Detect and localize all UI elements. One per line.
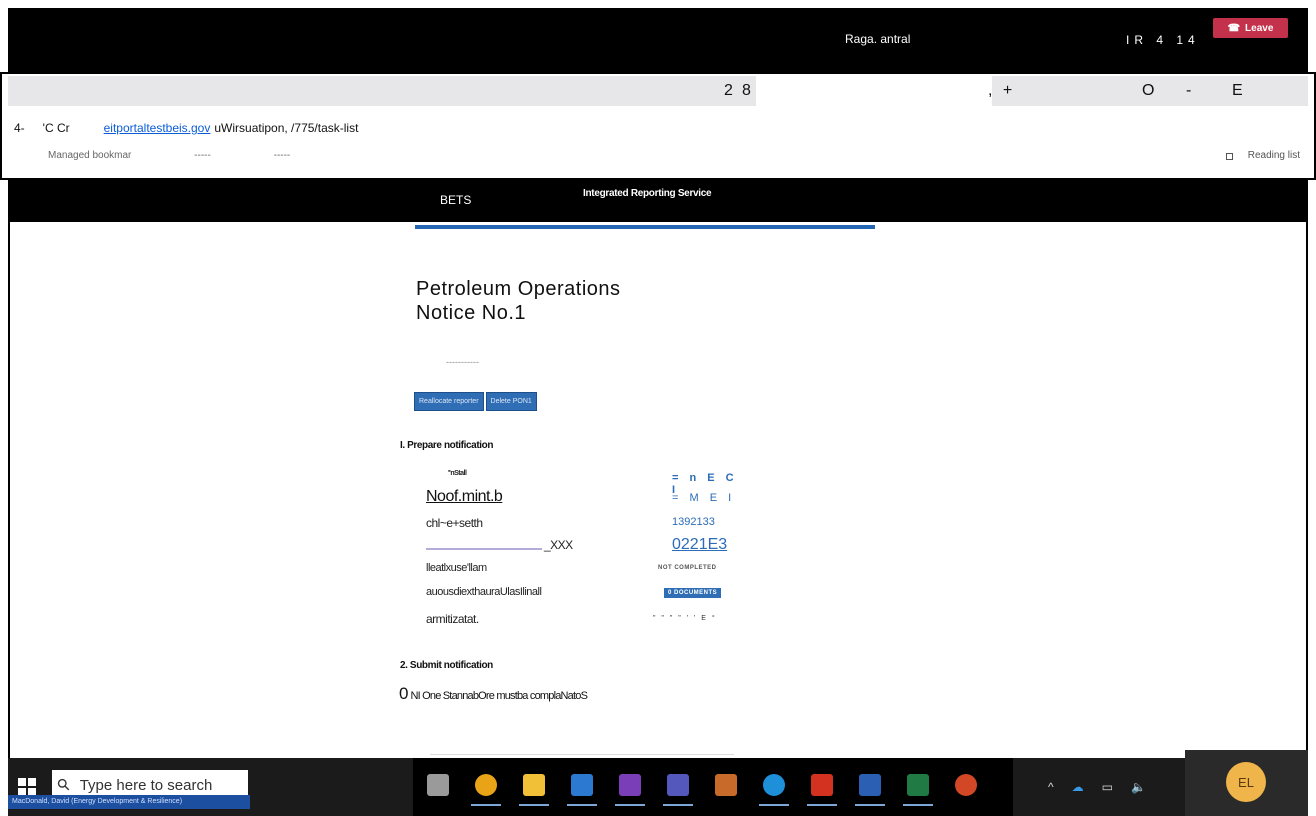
page-title: Petroleum Operations Notice No.1: [416, 277, 621, 325]
task-row: ''nStall = n E C I: [426, 468, 746, 496]
task-row: auousdiexthauraUlasIlinall 0 DOCUMENTS: [426, 586, 746, 606]
chevron-up-icon[interactable]: ^: [1048, 780, 1054, 794]
search-icon: ⚲: [54, 775, 75, 796]
reading-list-icon: [1225, 153, 1233, 160]
task-view-icon[interactable]: [427, 774, 449, 796]
onedrive-icon[interactable]: ☁: [1072, 780, 1084, 794]
task-value-link[interactable]: 0221E3: [672, 536, 727, 554]
tab-glyph: , +: [988, 82, 1016, 99]
task-row: armitizatat. " " " " ' ' E °: [426, 612, 746, 632]
browser-chrome: 2 8 , + O - E 4- 'C Cr eitportaltestbeis…: [0, 72, 1316, 180]
volume-icon[interactable]: 🔈: [1131, 780, 1146, 794]
bookmark-item[interactable]: -----: [194, 150, 211, 161]
task-label: _XXX: [544, 538, 573, 552]
action-buttons: Reallocate reporter Delete PON1: [414, 392, 537, 411]
bookmark-item[interactable]: -----: [274, 150, 291, 161]
avatar[interactable]: EL: [1226, 762, 1266, 802]
frame-border: [1306, 222, 1308, 758]
windows-start-icon[interactable]: [18, 778, 36, 796]
task-row: lleatlxuse'llam NOT COMPLETED: [426, 562, 746, 582]
tab-glyph: E: [1232, 82, 1246, 99]
divider: [430, 754, 734, 755]
submit-note: 0 NI One StannabOre mustba complaNatoS: [399, 684, 588, 704]
leave-button[interactable]: ☎ Leave: [1213, 18, 1288, 38]
tab-glyph: 2: [724, 82, 736, 99]
participant-panel: EL: [1185, 750, 1308, 816]
header-accent-rule: [415, 225, 875, 229]
leave-label: Leave: [1245, 22, 1274, 34]
documents-badge[interactable]: 0 DOCUMENTS: [664, 588, 722, 598]
section-heading-prepare: I. Prepare notification: [400, 440, 494, 451]
progress-line: [426, 548, 542, 550]
task-row: _XXX 0221E3: [426, 536, 746, 558]
onenote-icon[interactable]: [615, 774, 645, 806]
task-status: = M E I: [672, 492, 736, 504]
pinned-apps: [413, 758, 1013, 816]
task-label: ''nStall: [448, 470, 467, 477]
bookmark-item[interactable]: Managed bookmar: [48, 150, 131, 161]
edge-icon[interactable]: [759, 774, 789, 806]
task-row: Noof.mint.b = M E I: [426, 488, 746, 508]
site-header: BETS Integrated Reporting Service: [8, 180, 1308, 222]
powerpoint-icon[interactable]: [955, 774, 977, 796]
url-link[interactable]: eitportaltestbeis.gov: [104, 121, 211, 135]
participant-caption: MacDonald, David (Energy Development & R…: [8, 795, 250, 809]
task-label: auousdiexthauraUlasIlinall: [426, 586, 542, 598]
task-value: " " " " ' ' E °: [653, 615, 717, 622]
meeting-timer: IR 4 14: [1126, 33, 1200, 47]
submit-note-text: NI One StannabOre mustba complaNatoS: [410, 690, 588, 702]
brand-link[interactable]: BETS: [440, 193, 471, 207]
bookmarks-bar: Managed bookmar ----- -----: [48, 150, 350, 161]
file-explorer-icon[interactable]: [519, 774, 549, 806]
placeholder-dashes: -----------: [446, 357, 479, 367]
tab-glyph: 8: [742, 82, 754, 99]
submit-zero: 0: [399, 684, 409, 703]
screen: { "meeting": { "name": "Raga. antral", "…: [0, 0, 1316, 816]
task-label: chl~e+setth: [426, 516, 483, 530]
reading-list-button[interactable]: Reading list: [1225, 150, 1300, 161]
network-icon[interactable]: ▭: [1102, 780, 1113, 794]
task-label: lleatlxuse'llam: [426, 562, 487, 574]
chrome-icon[interactable]: [471, 774, 501, 806]
status-badge: NOT COMPLETED: [658, 565, 717, 571]
task-label: armitizatat.: [426, 612, 479, 626]
outlook-icon[interactable]: [567, 774, 597, 806]
teams-icon[interactable]: [663, 774, 693, 806]
search-placeholder: Type here to search: [79, 776, 213, 794]
word-icon[interactable]: [855, 774, 885, 806]
reload-button[interactable]: 'C Cr: [43, 121, 70, 135]
task-row: chl~e+setth 1392133: [426, 516, 746, 536]
service-name[interactable]: Integrated Reporting Service: [583, 188, 712, 199]
reallocate-reporter-button[interactable]: Reallocate reporter: [414, 392, 484, 411]
page-title-line1: Petroleum Operations: [416, 278, 621, 300]
excel-icon[interactable]: [903, 774, 933, 806]
url-path: uWirsuatipon, /775/task-list: [214, 121, 359, 135]
task-value: 1392133: [672, 516, 715, 528]
tab-strip: 2 8 , + O - E: [8, 76, 1308, 106]
active-tab[interactable]: [756, 76, 992, 106]
tab-glyph: -: [1186, 82, 1195, 99]
acrobat-icon[interactable]: [807, 774, 837, 806]
delete-pon1-button[interactable]: Delete PON1: [485, 392, 537, 411]
section-heading-submit: 2. Submit notification: [400, 660, 493, 671]
meeting-name: Raga. antral: [845, 32, 911, 46]
teams-notification-icon[interactable]: [715, 774, 737, 796]
reading-list-label: Reading list: [1247, 150, 1300, 161]
meeting-bar: Raga. antral IR 4 14 ☎ Leave: [8, 8, 1308, 72]
frame-border: [8, 222, 10, 758]
address-bar[interactable]: 4- 'C Cr eitportaltestbeis.gov uWirsuati…: [14, 117, 358, 139]
phone-hangup-icon: ☎: [1227, 22, 1241, 34]
page-title-line2: Notice No.1: [416, 302, 526, 324]
back-button[interactable]: 4-: [14, 121, 25, 135]
task-link[interactable]: Noof.mint.b: [426, 488, 503, 506]
tab-glyph: O: [1142, 82, 1158, 99]
system-tray: ^ ☁ ▭ 🔈: [1048, 780, 1146, 794]
